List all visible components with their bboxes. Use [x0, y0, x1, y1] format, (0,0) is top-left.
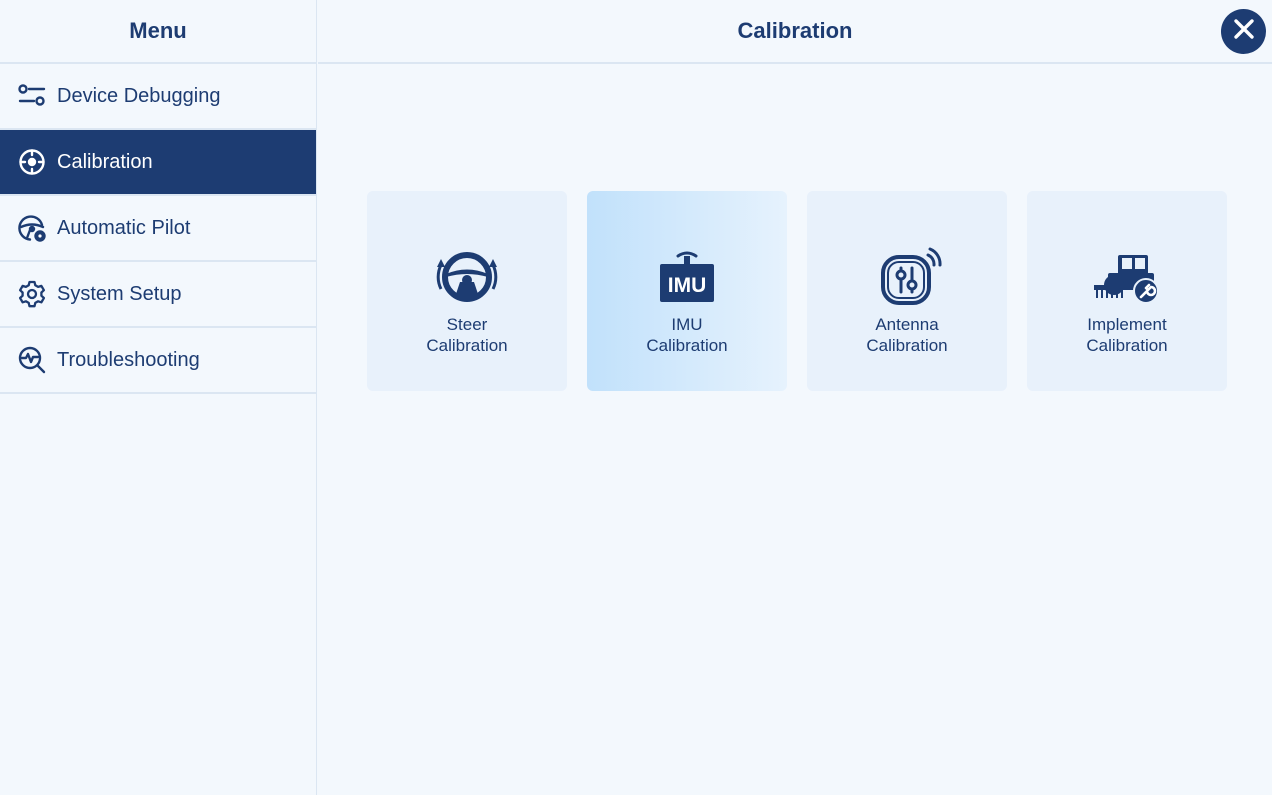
antenna-calibration-card[interactable]: Antenna Calibration [807, 191, 1007, 391]
antenna-icon [872, 247, 942, 307]
sidebar-item-label: Automatic Pilot [57, 216, 191, 239]
card-label: Implement Calibration [1086, 315, 1168, 355]
close-button[interactable] [1221, 9, 1266, 54]
page-title: Calibration [737, 18, 853, 43]
sidebar-item-label: Calibration [57, 150, 153, 173]
gear-icon [17, 279, 47, 309]
steer-calibration-card[interactable]: Steer Calibration [367, 191, 567, 391]
diagnostic-search-icon [17, 345, 47, 375]
sidebar: Menu Device Debugging Calibration Automa… [0, 0, 317, 795]
sidebar-item-system-setup[interactable]: System Setup [0, 262, 316, 328]
sidebar-item-label: Troubleshooting [57, 348, 200, 371]
sliders-icon [17, 81, 47, 111]
steering-wheel-gear-icon [17, 213, 47, 243]
sidebar-item-automatic-pilot[interactable]: Automatic Pilot [0, 196, 316, 262]
implement-calibration-card[interactable]: Implement Calibration [1027, 191, 1227, 391]
sidebar-item-device-debugging[interactable]: Device Debugging [0, 64, 316, 130]
close-icon [1233, 18, 1255, 45]
page-header: Calibration [318, 0, 1272, 64]
sidebar-item-label: System Setup [57, 282, 182, 305]
calibration-options: Steer Calibration IMU IMU Calibration An… [367, 191, 1227, 391]
crosshair-icon [17, 147, 47, 177]
sidebar-item-troubleshooting[interactable]: Troubleshooting [0, 328, 316, 394]
sidebar-item-calibration[interactable]: Calibration [0, 130, 316, 196]
sidebar-title: Menu [0, 0, 316, 64]
sidebar-item-label: Device Debugging [57, 84, 221, 107]
card-label: IMU Calibration [646, 315, 728, 355]
card-label: Antenna Calibration [866, 315, 948, 355]
imu-icon-text: IMU [668, 274, 707, 297]
steering-wheel-icon [432, 247, 502, 307]
imu-icon: IMU [652, 247, 722, 307]
card-label: Steer Calibration [426, 315, 508, 355]
imu-calibration-card[interactable]: IMU IMU Calibration [587, 191, 787, 391]
tractor-wrench-icon [1092, 247, 1162, 307]
